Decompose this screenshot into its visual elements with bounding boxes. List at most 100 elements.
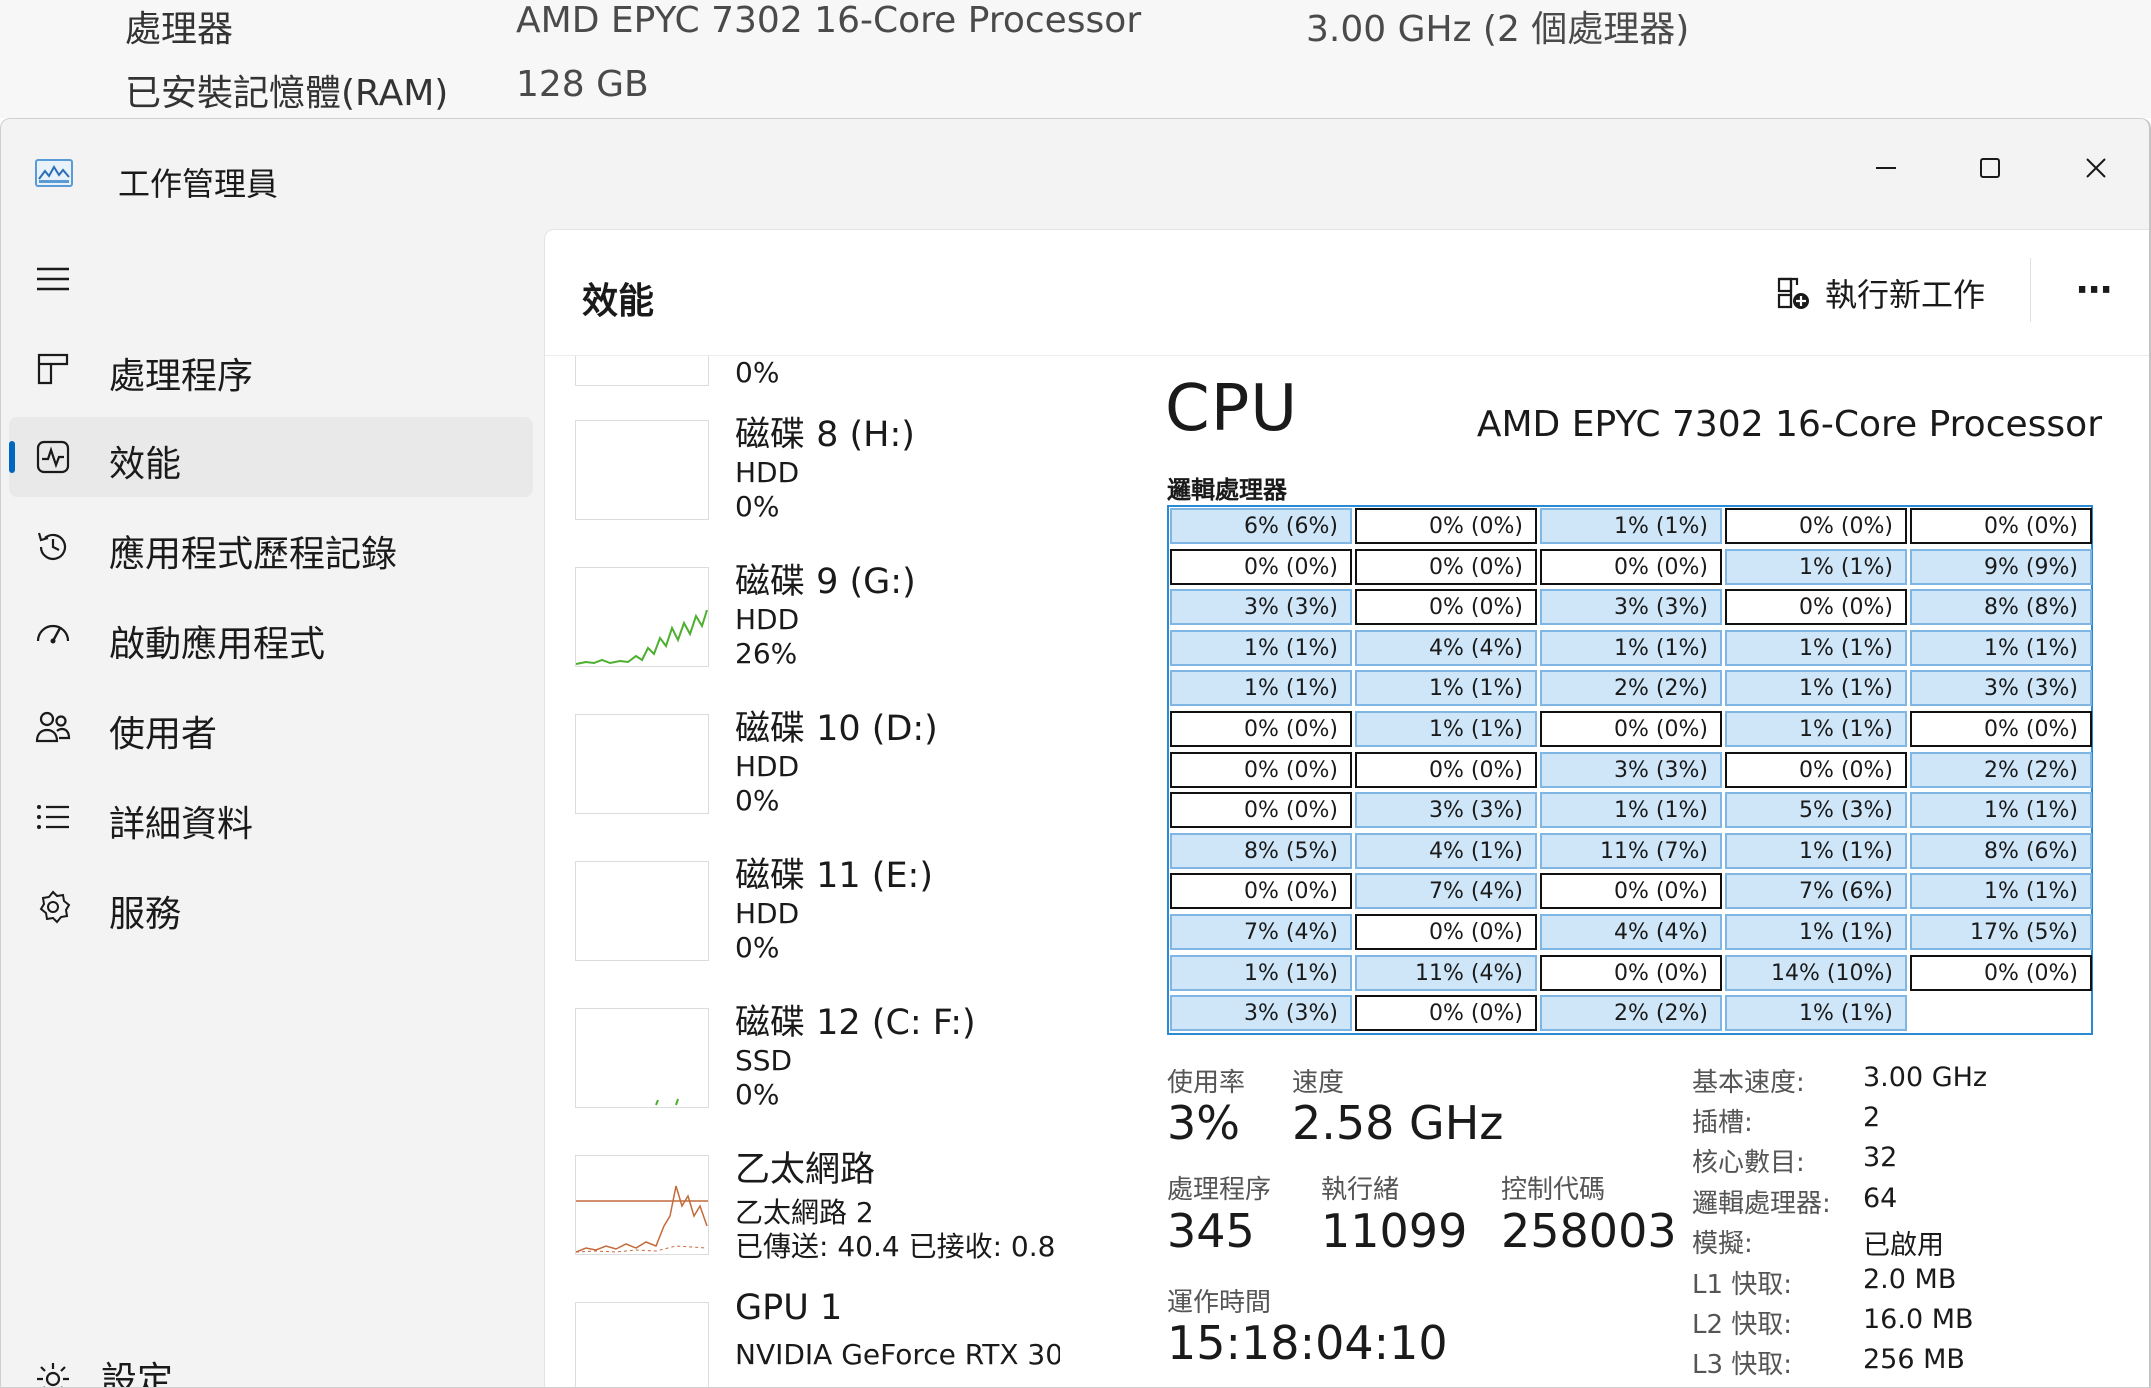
toolbar-divider: [2030, 258, 2031, 322]
device-name: 磁碟 12 (C: F:): [735, 1003, 976, 1043]
device-thumbnail: [575, 1155, 709, 1255]
logical-processor-cell: 0% (0%): [1170, 792, 1352, 829]
uptime-value: 15:18:04:10: [1167, 1316, 1448, 1370]
minimize-button[interactable]: [1841, 133, 1931, 203]
maximize-icon: [1980, 158, 2000, 178]
device-name: GPU 1: [735, 1288, 843, 1328]
logical-processor-cell: 8% (5%): [1170, 832, 1352, 869]
sidebar-item-label: 詳細資料: [109, 804, 254, 845]
title-bar[interactable]: 工作管理員: [1, 119, 2149, 229]
device-type: HDD: [735, 897, 800, 930]
logical-processor-cell: 1% (1%): [1725, 914, 1907, 950]
processes-value: 345: [1167, 1204, 1255, 1258]
device-name: 乙太網路: [735, 1150, 876, 1190]
logical-processor-cell: 11% (7%): [1540, 832, 1722, 869]
logical-processor-cell: 1% (1%): [1540, 792, 1722, 829]
logical-processor-cell: 1% (1%): [1910, 792, 2092, 829]
spec-key: 基本速度:: [1692, 1068, 1805, 1098]
logical-processor-cell: 8% (6%): [1910, 832, 2092, 869]
spec-value: 2.0 MB: [1863, 1264, 1957, 1295]
logical-processor-cell: 4% (4%): [1355, 629, 1537, 666]
logical-processor-cell: 6% (6%): [1170, 508, 1352, 544]
logical-processor-cell: 1% (1%): [1725, 670, 1907, 707]
settings-label: 設定: [101, 1360, 174, 1388]
task-manager-icon: [35, 159, 73, 187]
logical-processor-cell: 3% (3%): [1910, 670, 2092, 707]
close-button[interactable]: [2051, 133, 2141, 203]
logical-processor-cell: 0% (0%): [1355, 914, 1537, 950]
window-title: 工作管理員: [118, 165, 279, 203]
logical-processor-cell: 7% (4%): [1355, 873, 1537, 910]
hamburger-menu-icon[interactable]: [35, 261, 71, 297]
logical-processor-cell: 1% (1%): [1540, 629, 1722, 666]
device-type: HDD: [735, 750, 800, 783]
logical-processor-cell: 3% (3%): [1540, 751, 1722, 788]
sidebar-item-performance[interactable]: 效能: [9, 417, 533, 497]
run-new-task-button[interactable]: 執行新工作: [1775, 268, 1985, 318]
sidebar-item-startup[interactable]: 啟動應用程式: [9, 597, 533, 677]
run-new-task-label: 執行新工作: [1825, 276, 1986, 314]
logical-processor-cell: 1% (1%): [1355, 670, 1537, 707]
logical-processor-cell: 1% (1%): [1725, 629, 1907, 666]
logical-processor-cell: 4% (1%): [1355, 832, 1537, 869]
logical-processor-cell: 0% (0%): [1170, 711, 1352, 747]
task-manager-window: 工作管理員 處理程序 效能 應用程式歷程記錄 啟動應用程式 使用者 詳細資料 服…: [0, 118, 2151, 1388]
sidebar-item-users[interactable]: 使用者: [9, 687, 533, 767]
logical-processors-label: 邏輯處理器: [1167, 476, 1287, 504]
threads-label: 執行緒: [1321, 1175, 1400, 1205]
logical-processor-cell: 11% (4%): [1355, 954, 1537, 991]
sidebar-item-details[interactable]: 詳細資料: [9, 777, 533, 857]
sidebar-item-services[interactable]: 服務: [9, 867, 533, 947]
performance-panel: 效能 執行新工作 ⋯ 0% 磁碟 8 (H:) HDD 0% 磁碟 9 (G:)…: [544, 229, 2149, 1387]
spec-value: 32: [1863, 1142, 1898, 1173]
logical-processor-cell: 1% (1%): [1910, 629, 2092, 666]
device-type: HDD: [735, 456, 800, 489]
logical-processor-cell: 0% (0%): [1355, 751, 1537, 788]
device-type: HDD: [735, 603, 800, 636]
threads-value: 11099: [1321, 1204, 1468, 1258]
gear-icon: [37, 1363, 69, 1387]
logical-processor-cell: 0% (0%): [1910, 508, 2092, 544]
logical-processor-cell: 7% (4%): [1170, 914, 1352, 950]
startup-icon: [36, 624, 70, 644]
spec-key: 邏輯處理器:: [1692, 1189, 1831, 1219]
logical-processor-cell: 1% (1%): [1725, 995, 1907, 1032]
sidebar-item-processes[interactable]: 處理程序: [9, 329, 533, 409]
logical-processor-cell: 4% (4%): [1540, 914, 1722, 950]
logical-processor-cell: 1% (1%): [1910, 873, 2092, 910]
spec-value: 已啟用: [1863, 1230, 1944, 1261]
logical-processor-cell: 8% (8%): [1910, 589, 2092, 626]
spec-key: 核心數目:: [1692, 1148, 1805, 1178]
minimize-icon: [1876, 167, 1896, 169]
handles-label: 控制代碼: [1501, 1175, 1606, 1205]
more-options-button[interactable]: ⋯: [2065, 260, 2125, 320]
maximize-button[interactable]: [1945, 133, 2035, 203]
logical-processor-cell: 0% (0%): [1540, 548, 1722, 585]
processes-icon: [37, 353, 69, 385]
sidebar-item-label: 處理程序: [109, 356, 254, 397]
device-throughput: 已傳送: 40.4 已接收: 0.8 M: [735, 1230, 1060, 1263]
usage-value: 3%: [1167, 1096, 1240, 1150]
spec-key: L2 快取:: [1692, 1310, 1793, 1340]
logical-processor-cell: 3% (3%): [1170, 995, 1352, 1032]
ram-value: 128 GB: [516, 64, 649, 105]
sidebar-item-app-history[interactable]: 應用程式歷程記錄: [9, 507, 533, 587]
device-name: 磁碟 9 (G:): [735, 562, 916, 602]
device-thumbnail: [575, 567, 709, 667]
services-icon: [39, 890, 71, 924]
logical-processor-cell: 0% (0%): [1355, 508, 1537, 544]
device-thumbnail: [575, 420, 709, 520]
history-icon: [37, 532, 67, 560]
device-name: 磁碟 8 (H:): [735, 415, 915, 455]
page-title: 效能: [582, 281, 655, 322]
logical-processor-cell: 2% (2%): [1910, 751, 2092, 788]
device-pct: 0%: [735, 490, 780, 523]
sidebar-item-label: 應用程式歷程記錄: [109, 534, 398, 575]
performance-icon: [36, 440, 70, 474]
processor-value: AMD EPYC 7302 16-Core Processor: [516, 0, 1142, 41]
device-thumbnail: [575, 714, 709, 814]
logical-processor-cell: 0% (0%): [1910, 711, 2092, 747]
logical-processor-cell: 7% (6%): [1725, 873, 1907, 910]
spec-key: 模擬:: [1692, 1229, 1753, 1259]
logical-processor-cell: 0% (0%): [1540, 711, 1722, 747]
